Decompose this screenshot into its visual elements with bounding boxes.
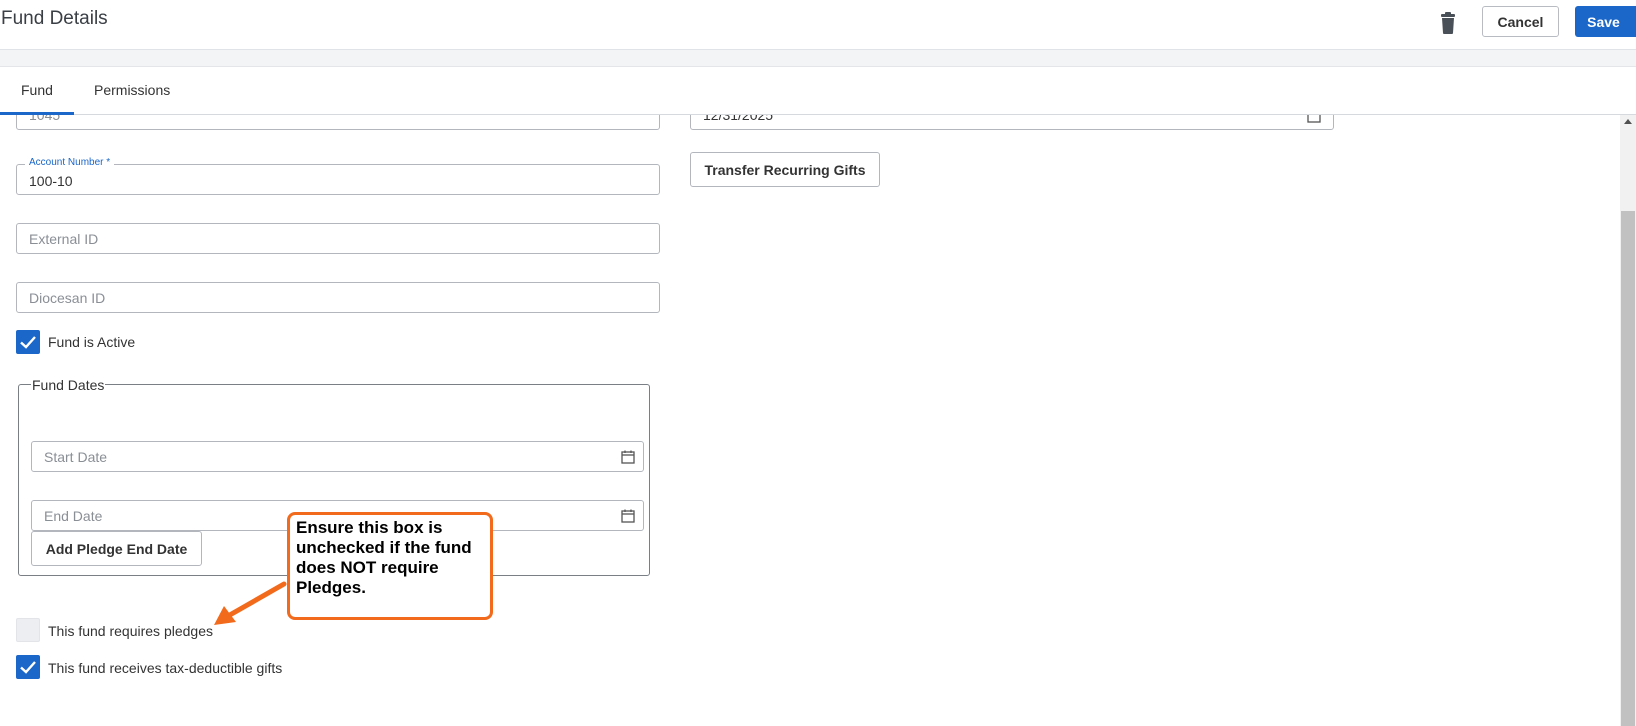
start-date-placeholder: Start Date (44, 449, 108, 465)
fund-number-value: 1045 (29, 115, 61, 123)
save-button[interactable]: Save (1575, 6, 1636, 37)
account-number-field[interactable]: Account Number * 100-10 (16, 157, 660, 195)
form-scroll-area: 1045 12/31/2025 Account Number * 100-10 … (0, 115, 1620, 726)
end-date-placeholder: End Date (44, 508, 103, 524)
start-date-field[interactable]: Start Date (31, 441, 644, 472)
fund-end-date-field[interactable]: 12/31/2025 (690, 115, 1334, 130)
fund-dates-legend: Fund Dates (31, 377, 106, 393)
account-number-value: 100-10 (29, 173, 73, 189)
fund-number-field[interactable]: 1045 (16, 115, 660, 130)
calendar-icon[interactable] (621, 450, 635, 464)
fund-active-label: Fund is Active (48, 334, 136, 350)
checkmark-icon (20, 336, 36, 349)
scroll-up-arrow-icon[interactable] (1624, 119, 1632, 124)
checkmark-icon (20, 661, 36, 674)
tab-bar: Fund Permissions (0, 66, 1636, 115)
header-bar: Fund Details Cancel Save (0, 0, 1636, 50)
tab-fund[interactable]: Fund (21, 82, 53, 98)
calendar-icon[interactable] (621, 509, 635, 523)
requires-pledges-checkbox[interactable] (16, 618, 40, 642)
fund-active-checkbox[interactable] (16, 330, 40, 354)
cancel-button[interactable]: Cancel (1482, 6, 1559, 37)
diocesan-id-field[interactable]: Diocesan ID (16, 282, 660, 313)
external-id-field[interactable]: External ID (16, 223, 660, 254)
account-number-label: Account Number * (25, 157, 115, 168)
external-id-placeholder: External ID (29, 231, 99, 247)
requires-pledges-label: This fund requires pledges (48, 623, 213, 639)
tax-deductible-label: This fund receives tax-deductible gifts (48, 660, 283, 676)
fund-end-date-value: 12/31/2025 (703, 115, 774, 123)
scrollbar-thumb[interactable] (1621, 211, 1635, 726)
tab-permissions[interactable]: Permissions (94, 82, 170, 98)
header-separator (0, 50, 1636, 66)
annotation-arrow-icon (214, 581, 287, 625)
add-pledge-end-date-button[interactable]: Add Pledge End Date (31, 531, 202, 566)
annotation-callout: Ensure this box is unchecked if the fund… (287, 512, 493, 620)
diocesan-id-placeholder: Diocesan ID (29, 290, 106, 306)
transfer-recurring-gifts-button[interactable]: Transfer Recurring Gifts (690, 152, 880, 187)
trash-icon[interactable] (1436, 10, 1460, 36)
vertical-scrollbar[interactable] (1620, 115, 1636, 726)
page-title: Fund Details (1, 8, 108, 29)
tax-deductible-checkbox[interactable] (16, 655, 40, 679)
calendar-icon[interactable] (1307, 115, 1321, 123)
